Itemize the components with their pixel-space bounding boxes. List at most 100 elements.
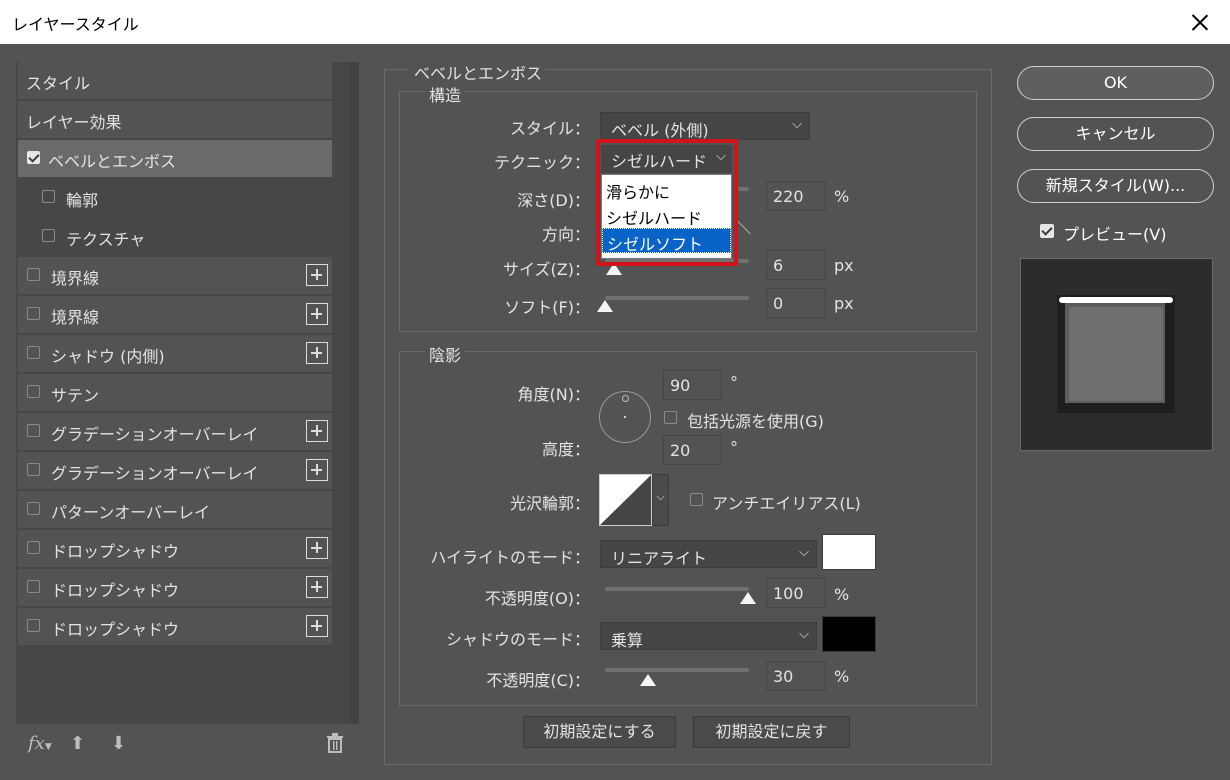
gloss-contour-swatch[interactable] (599, 474, 652, 526)
highlight-box (596, 139, 738, 266)
soften-input[interactable]: 0 (766, 288, 826, 318)
technique-label: テクニック： (493, 153, 590, 172)
list-item-gradient-overlay[interactable]: グラデーションオーバーレイ (18, 413, 332, 450)
plus-icon[interactable] (306, 537, 328, 559)
list-item-drop-shadow[interactable]: ドロップシャドウ (18, 569, 332, 606)
angle-label: 角度(N)： (517, 385, 590, 404)
size-input[interactable]: 6 (766, 250, 826, 280)
soften-slider-thumb[interactable] (597, 300, 613, 312)
highlight-mode-select[interactable]: リニアライト ⌵ (600, 540, 817, 568)
list-item-satin[interactable]: サテン (18, 374, 332, 411)
highlight-opacity-unit: % (834, 585, 850, 604)
cancel-button[interactable]: キャンセル (1017, 117, 1214, 151)
window-title: レイヤースタイル (12, 15, 139, 34)
size-label: サイズ(Z)： (503, 260, 590, 279)
checkbox-icon[interactable] (27, 541, 40, 554)
list-item-label: 境界線 (51, 308, 100, 327)
shadow-opacity-input[interactable]: 30 (766, 661, 826, 691)
checkbox-icon[interactable] (27, 151, 40, 164)
angle-unit: ° (730, 373, 738, 392)
close-icon[interactable] (1184, 6, 1216, 38)
plus-icon[interactable] (306, 615, 328, 637)
checkbox-icon[interactable] (27, 385, 40, 398)
trash-icon[interactable] (326, 733, 344, 758)
checkbox-icon[interactable] (27, 619, 40, 632)
shadow-mode-select[interactable]: 乗算 ⌵ (600, 622, 817, 650)
direction-radio-icon[interactable]: ＼ (737, 218, 751, 238)
list-item-contour[interactable]: 輪郭 (18, 179, 332, 216)
checkbox-icon[interactable] (27, 580, 40, 593)
shadow-opacity-slider[interactable] (605, 668, 749, 672)
direction-label: 方向： (541, 225, 590, 244)
arrow-down-icon[interactable]: ⬇ (111, 733, 126, 754)
plus-icon[interactable] (306, 264, 328, 286)
list-item-drop-shadow[interactable]: ドロップシャドウ (18, 530, 332, 567)
checkbox-icon[interactable] (27, 268, 40, 281)
list-item-label: テクスチャ (66, 230, 146, 249)
highlight-opacity-label: 不透明度(O)： (484, 589, 590, 608)
list-item-texture[interactable]: テクスチャ (18, 218, 332, 255)
angle-input[interactable]: 90 (663, 370, 722, 400)
shadow-color-swatch[interactable] (822, 616, 876, 652)
list-item-gradient-overlay[interactable]: グラデーションオーバーレイ (18, 452, 332, 489)
chevron-down-icon[interactable]: ⌵ (652, 474, 669, 526)
depth-slider[interactable] (738, 187, 749, 191)
group-title: ベベルとエンボス (410, 60, 547, 84)
highlight-color-swatch[interactable] (822, 534, 876, 570)
plus-icon[interactable] (306, 303, 328, 325)
list-item-label: ドロップシャドウ (51, 620, 180, 639)
anti-alias-checkbox[interactable] (690, 493, 703, 506)
list-item-label: パターンオーバーレイ (51, 503, 211, 522)
shadow-mode-value: 乗算 (611, 631, 644, 650)
checkbox-icon[interactable] (27, 424, 40, 437)
list-item-pattern-overlay[interactable]: パターンオーバーレイ (18, 491, 332, 528)
list-item-drop-shadow[interactable]: ドロップシャドウ (18, 608, 332, 645)
list-item-label: ドロップシャドウ (51, 542, 180, 561)
checkbox-icon[interactable] (42, 229, 55, 242)
checkbox-icon[interactable] (27, 307, 40, 320)
make-default-button[interactable]: 初期設定にする (523, 716, 676, 748)
gloss-contour-label: 光沢輪郭： (509, 494, 590, 513)
plus-icon[interactable] (306, 342, 328, 364)
plus-icon[interactable] (306, 576, 328, 598)
plus-icon[interactable] (306, 420, 328, 442)
checkbox-icon[interactable] (27, 463, 40, 476)
depth-input[interactable]: 220 (766, 181, 826, 211)
highlight-mode-label: ハイライトのモード： (430, 548, 590, 567)
arrow-up-icon[interactable]: ⬆ (70, 733, 85, 754)
list-item-stroke[interactable]: 境界線 (18, 296, 332, 333)
angle-dial[interactable] (599, 391, 651, 443)
list-item-inner-shadow[interactable]: シャドウ (内側) (18, 335, 332, 372)
list-item-label: ドロップシャドウ (51, 581, 180, 600)
shading-group (399, 351, 977, 706)
style-select[interactable]: ベベル (外側) ⌵ (600, 112, 810, 140)
shadow-opacity-thumb[interactable] (640, 674, 656, 686)
style-label: スタイル： (509, 119, 590, 138)
reset-default-button[interactable]: 初期設定に戻す (693, 716, 850, 748)
highlight-opacity-thumb[interactable] (740, 592, 756, 604)
preview-checkbox[interactable] (1040, 224, 1054, 238)
structure-title: 構造 (425, 82, 466, 106)
highlight-opacity-input[interactable]: 100 (766, 578, 826, 608)
checkbox-icon[interactable] (27, 502, 40, 515)
checkbox-icon[interactable] (42, 190, 55, 203)
preview-thumbnail (1020, 258, 1213, 451)
shading-title: 陰影 (425, 342, 466, 366)
altitude-input[interactable]: 20 (663, 435, 722, 465)
ok-button[interactable]: OK (1017, 66, 1214, 100)
global-light-label: 包括光源を使用(G) (687, 412, 824, 431)
list-item-layer-effects[interactable]: レイヤー効果 (18, 101, 332, 138)
plus-icon[interactable] (306, 459, 328, 481)
checkbox-icon[interactable] (27, 346, 40, 359)
highlight-opacity-slider[interactable] (605, 587, 749, 591)
new-style-button[interactable]: 新規スタイル(W)... (1017, 169, 1214, 203)
soften-slider[interactable] (605, 296, 749, 300)
list-item-label: レイヤー効果 (26, 113, 122, 132)
list-item-stroke[interactable]: 境界線 (18, 257, 332, 294)
list-item-styles[interactable]: スタイル (18, 62, 332, 99)
style-select-value: ベベル (外側) (611, 121, 709, 140)
list-item-bevel-emboss[interactable]: ベベルとエンボス (18, 140, 332, 177)
fx-icon[interactable]: fx▼ (28, 733, 52, 754)
global-light-checkbox[interactable] (664, 411, 677, 424)
scrollbar[interactable] (350, 62, 359, 724)
